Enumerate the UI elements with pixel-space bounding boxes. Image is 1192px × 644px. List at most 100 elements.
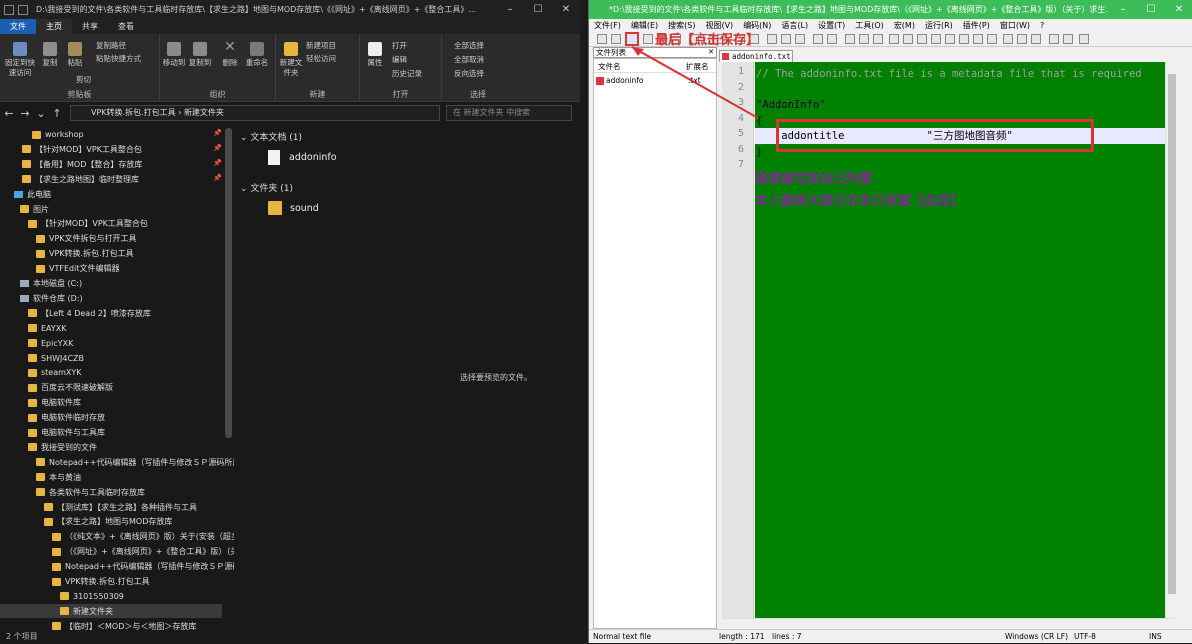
toolbar-icon[interactable] — [889, 34, 899, 44]
paste-button[interactable]: 粘贴 — [64, 42, 86, 68]
file-list-row[interactable]: addoninfo .txt — [594, 76, 716, 87]
nav-tree-item[interactable]: 【针对MOD】VPK工具整合包 — [22, 142, 142, 157]
toolbar-icon[interactable] — [931, 34, 941, 44]
toolbar-icon[interactable] — [917, 34, 927, 44]
group-header-text-docs[interactable]: ⌄ 文本文档 (1) — [240, 130, 302, 143]
nav-tree-item[interactable]: 【求生之路】地图与MOD存放库 — [44, 514, 172, 529]
pin-icon[interactable]: 📌 — [213, 159, 222, 167]
nav-tree-item[interactable]: 本地磁盘 (C:) — [20, 276, 82, 291]
nav-tree-item[interactable]: （《纯文本》+《离线网页》版）关于(安装（超多 — [52, 529, 234, 544]
nav-tree-item[interactable]: 百度云不限速破解版 — [28, 380, 113, 395]
nav-tree-item[interactable]: 软件仓库 (D:) — [20, 291, 83, 306]
nav-tree-item[interactable]: 电脑软件与工具库 — [28, 425, 105, 440]
menu-item[interactable]: 运行(R) — [920, 20, 958, 31]
file-item-addoninfo[interactable]: addoninfo — [268, 150, 337, 165]
toolbar-icon[interactable] — [1063, 34, 1073, 44]
menu-item[interactable]: 文件(F) — [589, 20, 626, 31]
toolbar-icon[interactable] — [1031, 34, 1041, 44]
close-icon[interactable]: ✕ — [552, 4, 580, 15]
nav-tree-item[interactable]: 【求生之路地图】临时整理库 — [22, 172, 139, 187]
history-button[interactable]: 历史记录 — [392, 68, 422, 79]
toolbar-icon[interactable] — [827, 34, 837, 44]
properties-button[interactable]: 属性 — [364, 42, 386, 68]
toolbar-icon[interactable] — [945, 34, 955, 44]
nav-tree-item[interactable]: workshop — [32, 127, 84, 142]
close-icon[interactable]: ✕ — [708, 48, 714, 57]
paste-shortcut-button[interactable]: 粘贴快捷方式 — [96, 53, 141, 64]
menu-item[interactable]: 插件(P) — [958, 20, 995, 31]
nav-tree-item[interactable]: 各类软件与工具临时存放库 — [36, 485, 145, 500]
nav-tree-item[interactable]: Notepad++代码编辑器（写插件与修改ＳＰ源码所用 — [36, 455, 234, 470]
editor-vertical-scrollbar[interactable] — [1165, 62, 1177, 618]
nav-tree-item[interactable]: 【测试库】【求生之路】各种插件与工具 — [44, 500, 197, 515]
col-extension[interactable]: 扩展名 — [686, 61, 709, 72]
new-folder-button[interactable]: 新建文件夹 — [278, 42, 304, 78]
nav-tree-item[interactable]: EAYXK — [28, 321, 67, 336]
nav-tree-item[interactable]: VPK转换.拆包.打包工具 — [36, 246, 134, 261]
back-icon[interactable]: ← — [2, 107, 16, 120]
tab-share[interactable]: 共享 — [72, 19, 108, 34]
toolbar-icon[interactable] — [845, 34, 855, 44]
easy-access-button[interactable]: 轻松访问 — [306, 53, 336, 64]
breadcrumb-item[interactable]: VPK转换.拆包.打包工具 — [91, 108, 176, 117]
tab-view[interactable]: 查看 — [108, 19, 144, 34]
breadcrumb-item[interactable]: 新建文件夹 — [184, 108, 224, 117]
menu-item[interactable]: 语言(L) — [776, 20, 813, 31]
scroll-thumb[interactable] — [1168, 74, 1176, 594]
nav-tree-item[interactable]: steamXYK — [28, 365, 82, 380]
toolbar-icon[interactable] — [643, 34, 653, 44]
nav-tree-item[interactable]: EpicYXK — [28, 336, 73, 351]
nav-tree-item[interactable]: 【针对MOD】VPK工具整合包 — [28, 216, 148, 231]
toolbar-icon[interactable] — [813, 34, 823, 44]
move-to-button[interactable]: 移动到 — [162, 42, 186, 68]
edit-button[interactable]: 编辑 — [392, 54, 407, 65]
nav-tree-item[interactable]: Notepad++代码编辑器（写插件与修改ＳＰ源码 — [52, 559, 234, 574]
menu-item[interactable]: 设置(T) — [813, 20, 850, 31]
toolbar-icon[interactable] — [1079, 34, 1089, 44]
code-view[interactable]: } addontitle "三方图地图音频"{"AddonInfo"// The… — [755, 62, 1165, 618]
select-none-button[interactable]: 全部取消 — [454, 54, 484, 65]
menu-item[interactable]: 宏(M) — [889, 20, 920, 31]
toolbar-icon[interactable] — [597, 34, 607, 44]
quick-access-icon[interactable] — [4, 4, 14, 15]
group-header-folders[interactable]: ⌄ 文件夹 (1) — [240, 181, 293, 194]
forward-icon[interactable]: → — [18, 107, 32, 120]
copy-path-button[interactable]: 复制路径 — [96, 40, 126, 51]
toolbar-icon[interactable] — [611, 34, 621, 44]
editor-area[interactable]: 1 2 3 4 5 6 7 } addontitle "三方图地图音频"{"AddonInf… — [722, 62, 1177, 618]
properties-quick-icon[interactable] — [18, 4, 28, 15]
select-all-button[interactable]: 全部选择 — [454, 40, 484, 51]
toolbar-icon[interactable] — [959, 34, 969, 44]
menu-item[interactable]: ? — [1035, 21, 1049, 30]
toolbar-icon[interactable] — [987, 34, 997, 44]
menu-item[interactable]: 窗口(W) — [995, 20, 1035, 31]
toolbar-icon[interactable] — [873, 34, 883, 44]
toolbar-icon[interactable] — [1017, 34, 1027, 44]
nav-tree-item[interactable]: 新建文件夹 — [60, 604, 113, 619]
nav-tree-item[interactable]: 此电脑 — [14, 187, 51, 202]
nav-tree-item[interactable]: VPK文件拆包与打开工具 — [36, 231, 137, 246]
editor-horizontal-scrollbar[interactable] — [722, 618, 1177, 629]
nav-tree-item[interactable]: 图片 — [20, 202, 49, 217]
nav-tree-item[interactable]: VPK转换.拆包.打包工具 — [52, 574, 150, 589]
nav-tree-item[interactable]: 【临时】＜MOD＞与＜地图＞存放库 — [52, 619, 196, 630]
pin-quick-access-button[interactable]: 固定到快速访问 — [2, 42, 38, 78]
rename-button[interactable]: 重命名 — [244, 42, 270, 68]
nav-tree-item[interactable]: SHWJ4CZB — [28, 351, 84, 366]
nav-tree-item[interactable]: 本与黄油 — [36, 470, 81, 485]
copy-to-button[interactable]: 复制到 — [188, 42, 212, 68]
maximize-icon[interactable]: ☐ — [1137, 0, 1165, 19]
tab-file[interactable]: 文件 — [0, 19, 36, 34]
invert-selection-button[interactable]: 反向选择 — [454, 68, 484, 79]
up-icon[interactable]: ↑ — [50, 107, 64, 120]
nav-tree-item[interactable]: 电脑软件库 — [28, 395, 81, 410]
toolbar-icon[interactable] — [781, 34, 791, 44]
nav-tree-item[interactable]: 电脑软件临时存放 — [28, 410, 105, 425]
minimize-icon[interactable]: – — [1109, 0, 1137, 19]
code-line[interactable]: // The addoninfo.txt file is a metadata … — [755, 66, 1165, 82]
minimize-icon[interactable]: – — [496, 4, 524, 15]
nav-tree-item[interactable]: 【Left 4 Dead 2】喷漆存放库 — [28, 306, 151, 321]
new-item-button[interactable]: 新建项目 — [306, 40, 336, 51]
maximize-icon[interactable]: ☐ — [524, 4, 552, 15]
folder-item-sound[interactable]: sound — [268, 201, 319, 215]
